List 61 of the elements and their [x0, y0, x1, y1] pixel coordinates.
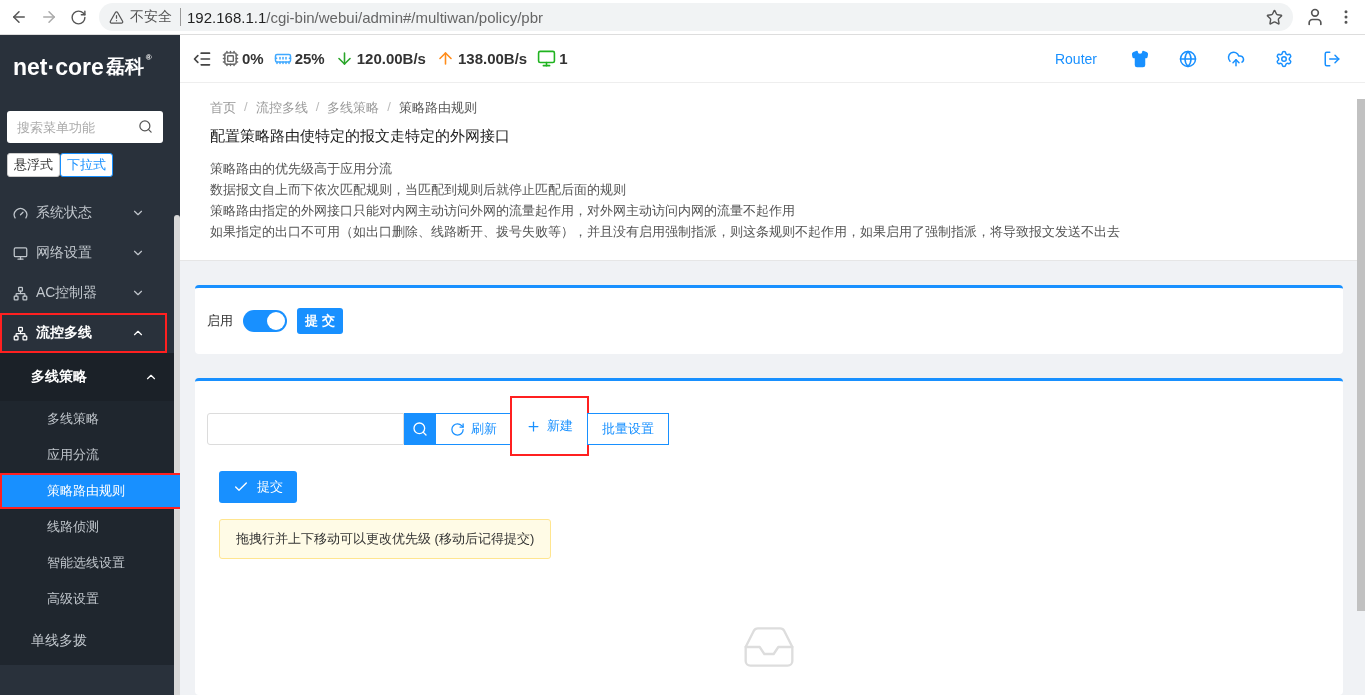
search-button[interactable]	[404, 413, 436, 445]
stat-value: 25%	[294, 50, 325, 67]
scrollbar[interactable]	[1357, 99, 1365, 611]
menu-item[interactable]: 系统状态	[0, 193, 167, 233]
cpu-icon	[222, 50, 239, 67]
logo-chinese: 磊科	[105, 55, 144, 79]
stat-value: 0%	[242, 50, 264, 67]
mode-toggle[interactable]: 悬浮式	[7, 153, 60, 177]
refresh-icon	[450, 421, 465, 437]
menu-icon	[13, 205, 28, 221]
search-icon	[138, 119, 153, 134]
search-field[interactable]	[207, 413, 404, 445]
note-text: 数据报文自上而下依次匹配规则，当匹配到规则后就停止匹配后面的规则	[210, 181, 627, 199]
breadcrumb-separator: /	[244, 99, 248, 116]
stat-value: 1	[559, 50, 568, 67]
enable-switch[interactable]	[243, 310, 287, 332]
address-bar[interactable]: 不安全 192.168.1.1/cgi-bin/webui/admin#/multiwan/policy/pbr	[99, 3, 1293, 31]
security-label: 不安全	[130, 8, 181, 26]
menu-search-field[interactable]: 搜索菜单功能	[7, 111, 163, 143]
avatar-icon[interactable]	[1305, 7, 1325, 27]
submenu-item[interactable]: 多线策略	[0, 353, 174, 401]
scrollbar[interactable]	[174, 215, 180, 695]
cloud-upload-icon[interactable]	[1227, 49, 1245, 68]
url-host: 192.168.1.1	[187, 8, 267, 26]
submenu-item[interactable]: 单线多拨	[0, 617, 174, 665]
shirt-icon[interactable]	[1131, 49, 1149, 68]
url-path: /cgi-bin/webui/admin#/multiwan/policy/pbr	[266, 8, 544, 26]
monitor-icon	[537, 49, 557, 68]
menu-item[interactable]: AC控制器	[0, 273, 167, 313]
reload-icon[interactable]	[70, 8, 87, 26]
forward-icon[interactable]	[40, 8, 58, 26]
back-icon[interactable]	[10, 8, 28, 26]
note-text: 策略路由的优先级高于应用分流	[210, 160, 393, 178]
submenu-link[interactable]: 应用分流	[0, 437, 174, 473]
menu-icon	[13, 285, 28, 301]
menu-item[interactable]: 网络设置	[0, 233, 167, 273]
breadcrumb-separator: /	[315, 99, 320, 116]
page-title: 配置策略路由使特定的报文走特定的外网接口	[210, 127, 511, 146]
breadcrumb-separator: /	[387, 99, 391, 116]
logout-icon[interactable]	[1323, 49, 1341, 68]
submenu-link[interactable]: 线路侦测	[0, 509, 174, 545]
submenu-link[interactable]: 高级设置	[0, 581, 174, 617]
note-text: 策略路由指定的外网接口只能对内网主动访问外网的流量起作用，对外网主动访问内网的流量不起作用	[210, 202, 796, 220]
submenu-link[interactable]: 多线策略	[0, 401, 174, 437]
stat-value: 120.00B/s	[356, 50, 426, 67]
menu-icon	[13, 325, 28, 341]
plus-icon	[526, 418, 541, 434]
globe-icon[interactable]	[1179, 49, 1197, 68]
search-icon	[412, 421, 428, 437]
menu-icon	[13, 245, 28, 261]
logo: net·core	[13, 53, 104, 81]
warning-icon	[109, 9, 124, 25]
settings-icon[interactable]	[1275, 49, 1293, 68]
submenu-link[interactable]: 智能选线设置	[0, 545, 174, 581]
tip-message: 拖拽行并上下移动可以更改优先级 (移动后记得提交)	[219, 519, 552, 559]
note-text: 如果指定的出口不可用（如出口删除、线路断开、拨号失败等），并且没有启用强制指派，则这条规则不起作用，如果启用了强制指派，将导致报文发送不出去	[210, 223, 1121, 241]
stat-value: 138.00B/s	[457, 50, 528, 67]
star-icon[interactable]	[1266, 8, 1283, 26]
enable-label: 启用	[207, 312, 233, 330]
registered-mark: ®	[145, 53, 152, 62]
menu-item[interactable]: 流控多线	[0, 313, 167, 353]
